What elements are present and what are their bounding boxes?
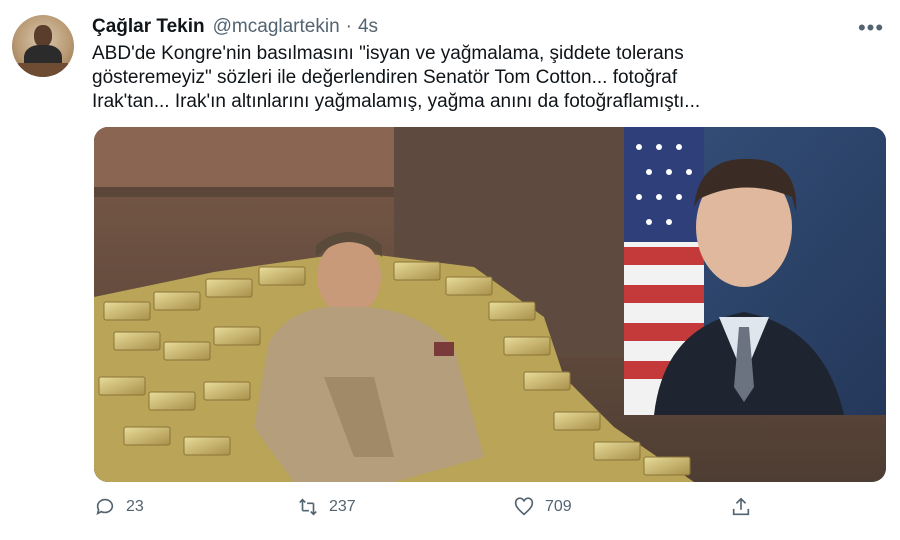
- separator-dot: ·: [345, 16, 352, 37]
- avatar-desk: [18, 63, 68, 77]
- like-count: 709: [545, 498, 572, 515]
- tweet-text-line: ABD'de Kongre'nin basılmasını "isyan ve …: [92, 43, 684, 64]
- tweet-header: Çağlar Tekin @mcaglartekin · 4s: [92, 16, 378, 40]
- share-icon: [732, 497, 750, 516]
- reply-count: 23: [126, 498, 144, 515]
- tweet-text-line: Irak'tan... Irak'ın altınlarını yağmalam…: [92, 91, 701, 112]
- tweet-card: Çağlar Tekin @mcaglartekin · 4s ••• ABD'…: [0, 0, 900, 540]
- tweet-time[interactable]: 4s: [358, 16, 378, 38]
- retweet-count: 237: [329, 498, 356, 515]
- media-illustration: [94, 127, 886, 482]
- tweet-text: ABD'de Kongre'nin basılmasını "isyan ve …: [92, 42, 882, 114]
- avatar[interactable]: [12, 15, 74, 77]
- retweet-button[interactable]: 237: [297, 492, 356, 522]
- reply-button[interactable]: 23: [94, 492, 144, 522]
- tweet-actions: 23 237 709: [0, 492, 900, 522]
- retweet-icon: [299, 498, 317, 516]
- tweet-text-line: gösteremeyiz" sözleri ile değerlendiren …: [92, 67, 678, 88]
- author-handle[interactable]: @mcaglartekin: [213, 16, 340, 38]
- more-icon[interactable]: •••: [854, 15, 888, 40]
- avatar-head: [34, 25, 52, 47]
- reply-icon: [96, 498, 114, 515]
- tweet-media-image[interactable]: [94, 127, 886, 482]
- heart-icon: [514, 497, 534, 516]
- share-button[interactable]: [730, 492, 762, 522]
- author-name[interactable]: Çağlar Tekin: [92, 16, 205, 38]
- like-button[interactable]: 709: [513, 492, 572, 522]
